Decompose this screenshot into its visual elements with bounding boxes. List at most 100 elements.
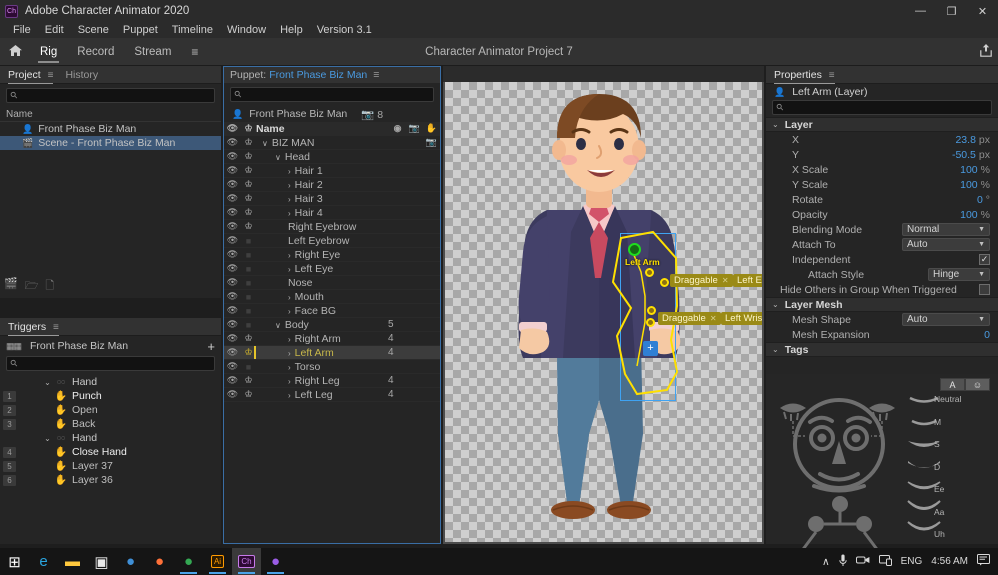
layer-camera-toggle[interactable]: 📷	[423, 137, 440, 148]
twirl-right-icon[interactable]: ›	[288, 391, 291, 400]
twirl-down-icon[interactable]: ∨	[262, 139, 268, 148]
puppet-panel-menu-icon[interactable]: ≡	[373, 69, 379, 81]
layer-row[interactable]: 👁 ♔ ∨ BIZ MAN 📷	[224, 136, 440, 150]
layer-row[interactable]: 👁 ■ ∨ Body 5	[224, 318, 440, 332]
microsoft-store-icon[interactable]: ▣	[87, 548, 116, 575]
menu-item-version-3-1[interactable]: Version 3.1	[310, 22, 379, 38]
eye-icon[interactable]: 👁	[224, 277, 241, 288]
property-value[interactable]: 100	[960, 179, 978, 191]
eye-icon[interactable]: 👁	[224, 333, 241, 344]
menu-item-file[interactable]: File	[6, 22, 38, 38]
dragger-handle-elbow-upper[interactable]	[645, 268, 654, 277]
eye-icon[interactable]: 👁	[224, 347, 241, 358]
blue-app-icon[interactable]: ●	[116, 548, 145, 575]
eye-icon[interactable]: 👁	[224, 361, 241, 372]
trigger-group[interactable]: ⌄ ◌◌ Hand	[0, 375, 221, 389]
crown-icon[interactable]: ■	[241, 292, 256, 302]
project-item[interactable]: 👤 Front Phase Biz Man	[0, 122, 221, 136]
crown-icon[interactable]: ■	[241, 306, 256, 316]
clock[interactable]: 4:56 AM	[931, 556, 968, 567]
property-value[interactable]: 100	[960, 209, 978, 221]
layer-row[interactable]: 👁 ♔ › Right Arm 4	[224, 332, 440, 346]
twirl-right-icon[interactable]: ›	[288, 209, 291, 218]
menu-item-scene[interactable]: Scene	[71, 22, 116, 38]
property-value[interactable]: 23.8	[955, 134, 975, 146]
eye-icon[interactable]: 👁	[224, 305, 241, 316]
layer-row[interactable]: 👁 ♔ › Hair 3	[224, 192, 440, 206]
crown-icon[interactable]: ■	[241, 236, 256, 246]
layer-row[interactable]: 👁 ♔ › Left Leg 4	[224, 388, 440, 402]
eye-icon[interactable]: 👁	[224, 249, 241, 260]
property-checkbox[interactable]: ✓	[979, 254, 990, 265]
puppet-search-box[interactable]: ⚲	[230, 87, 434, 102]
property-checkbox[interactable]	[979, 284, 990, 295]
canvas-checkerboard[interactable]: Left Arm + Draggable✕Left Elbow✕Draggabl…	[445, 82, 762, 542]
microphone-icon[interactable]	[838, 554, 847, 570]
layer-row[interactable]: 👁 ♔ › Right Leg 4	[224, 374, 440, 388]
new-item-icon[interactable]: 🗋	[45, 277, 54, 296]
menu-item-timeline[interactable]: Timeline	[165, 22, 220, 38]
crown-icon[interactable]: ♔	[241, 193, 256, 204]
layer-row[interactable]: 👁 ♔ › Hair 1	[224, 164, 440, 178]
property-value[interactable]: 0	[984, 329, 990, 341]
maximize-button[interactable]: ❐	[936, 0, 967, 22]
layer-row[interactable]: 👁 ■ › Mouth	[224, 290, 440, 304]
twirl-down-icon[interactable]: ⌄	[772, 345, 779, 354]
menu-item-help[interactable]: Help	[273, 22, 310, 38]
tab-triggers[interactable]: Triggers ≡	[8, 318, 59, 336]
twirl-right-icon[interactable]: ›	[288, 195, 291, 204]
tab-properties[interactable]: Properties ≡	[774, 66, 835, 84]
crown-icon[interactable]: ♔	[241, 389, 256, 400]
twirl-right-icon[interactable]: ›	[288, 307, 291, 316]
twirl-right-icon[interactable]: ›	[288, 377, 291, 386]
crown-icon[interactable]: ■	[241, 250, 256, 260]
eye-icon[interactable]: 👁	[224, 235, 241, 246]
new-scene-icon[interactable]: 🎬	[4, 277, 18, 296]
dragger-handle-wrist[interactable]	[646, 318, 655, 327]
layer-row[interactable]: 👁 ♔ › Hair 4	[224, 206, 440, 220]
triggers-search-box[interactable]: ⚲	[6, 356, 215, 371]
tab-history[interactable]: History	[65, 66, 98, 84]
start-icon[interactable]: ⊞	[0, 548, 29, 575]
eye-icon[interactable]: 👁	[224, 221, 241, 232]
firefox-icon[interactable]: ●	[145, 548, 174, 575]
maps-icon[interactable]: ●	[261, 548, 290, 575]
home-icon[interactable]	[0, 44, 30, 59]
properties-search-box[interactable]: ⚲	[772, 100, 992, 115]
layer-row[interactable]: 👁 ■ › Face BG	[224, 304, 440, 318]
origin-handle[interactable]	[628, 243, 641, 256]
eye-icon[interactable]: 👁	[224, 375, 241, 386]
eye-icon[interactable]: 👁	[224, 319, 241, 330]
twirl-right-icon[interactable]: ›	[288, 293, 291, 302]
triggers-search-input[interactable]	[17, 358, 214, 369]
layer-row[interactable]: 👁 ♔ › Hair 2	[224, 178, 440, 192]
eye-icon[interactable]: 👁	[224, 291, 241, 302]
twirl-down-icon[interactable]: ⌄	[772, 300, 779, 309]
language-indicator[interactable]: ENG	[901, 556, 923, 567]
crown-icon[interactable]: ♔	[241, 347, 256, 358]
tab-project[interactable]: Project ≡	[8, 66, 54, 84]
display-icon[interactable]	[878, 554, 892, 569]
chrome-icon[interactable]: ●	[174, 548, 203, 575]
trigger-item[interactable]: 3 ✋ Back	[0, 417, 221, 431]
twirl-right-icon[interactable]: ›	[288, 251, 291, 260]
crown-icon[interactable]: ♔	[241, 137, 256, 148]
layer-row[interactable]: 👁 ■ › Left Eye	[224, 262, 440, 276]
eye-icon[interactable]: 👁	[224, 151, 241, 162]
crown-icon[interactable]: ♔	[241, 221, 256, 232]
properties-section-header[interactable]: ⌄ Tags	[766, 342, 998, 357]
file-explorer-icon[interactable]: ▬	[58, 548, 87, 575]
trigger-group[interactable]: ⌄ ◌◌ Hand	[0, 431, 221, 445]
triggers-panel-menu-icon[interactable]: ≡	[53, 322, 59, 333]
project-item[interactable]: 🎬 Scene - Front Phase Biz Man	[0, 136, 221, 150]
share-icon[interactable]	[980, 43, 992, 60]
puppet-search-input[interactable]	[241, 89, 433, 100]
twirl-right-icon[interactable]: ›	[288, 167, 291, 176]
eye-icon[interactable]: 👁	[224, 179, 241, 190]
layer-row[interactable]: 👁 ■ Left Eyebrow	[224, 234, 440, 248]
properties-search-input[interactable]	[783, 102, 991, 113]
property-dropdown[interactable]: Hinge ▼	[928, 268, 990, 281]
layer-row[interactable]: 👁 ♔ Right Eyebrow	[224, 220, 440, 234]
trigger-item[interactable]: 1 ✋ Punch	[0, 389, 221, 403]
twirl-right-icon[interactable]: ›	[288, 363, 291, 372]
